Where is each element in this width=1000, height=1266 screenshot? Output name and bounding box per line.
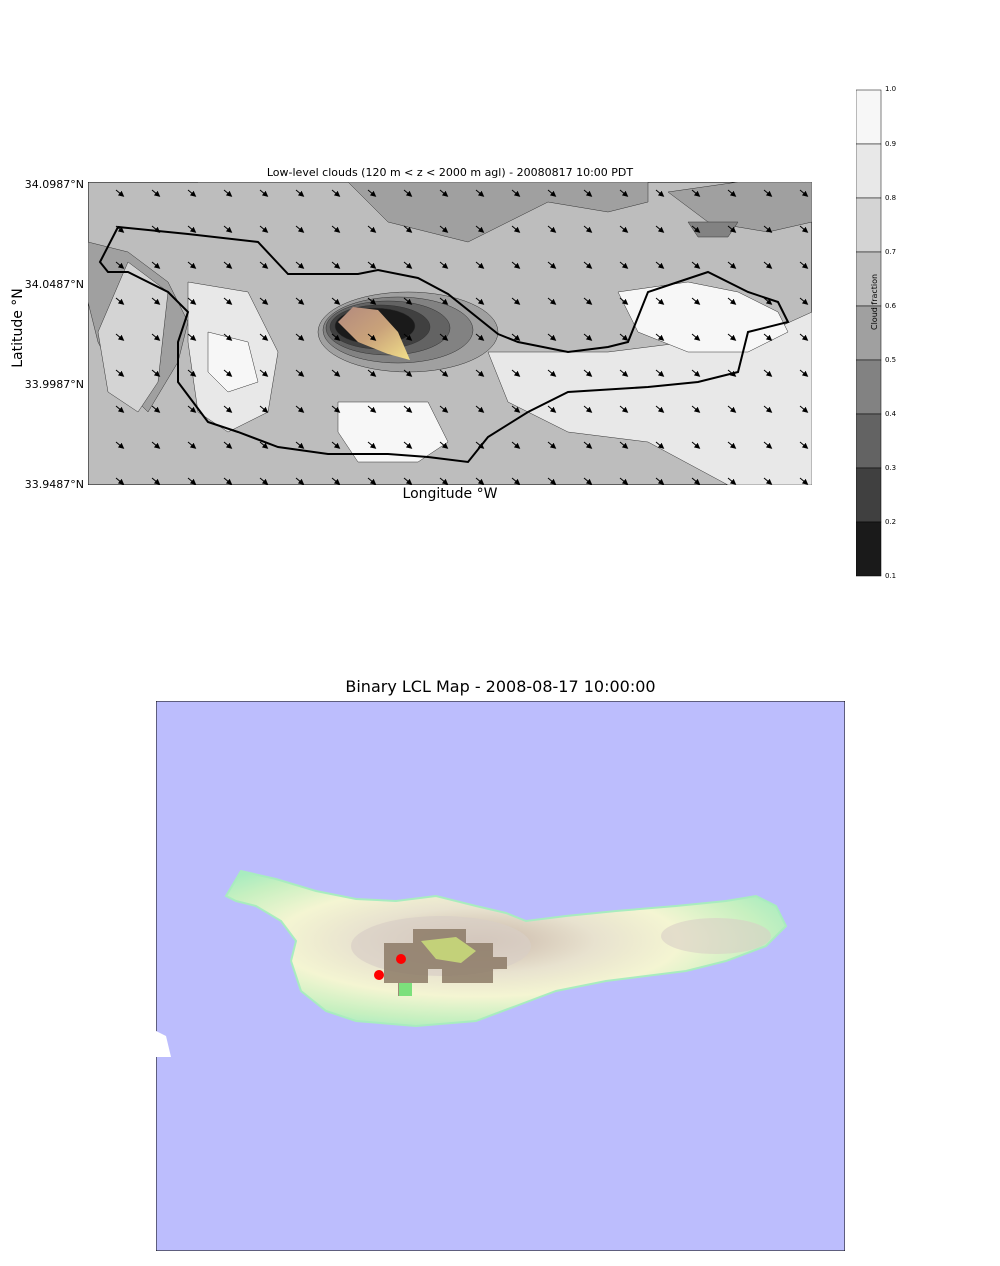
lcl-map <box>156 701 845 1251</box>
colorbar-tick: 0.7 <box>885 248 897 256</box>
colorbar-tick: 0.5 <box>885 356 897 364</box>
bottom-map-title: Binary LCL Map - 2008-08-17 10:00:00 <box>345 677 656 696</box>
colorbar-tick: 0.8 <box>885 194 897 202</box>
colorbar-tick: 0.2 <box>885 518 897 526</box>
top-map-title: Low-level clouds (120 m < z < 2000 m agl… <box>266 166 634 179</box>
colorbar-tick: 0.9 <box>885 140 897 148</box>
lcl-marker <box>396 954 406 964</box>
colorbar-tick: 0.1 <box>885 572 897 580</box>
colorbar-label: Cloud fraction <box>870 273 879 330</box>
colorbar-tick: 0.4 <box>885 410 897 418</box>
colorbar <box>856 89 882 577</box>
ytick-label: 33.9987°N <box>24 378 84 391</box>
colorbar-swatch <box>856 521 882 577</box>
ytick-label: 33.9487°N <box>24 478 84 491</box>
colorbar-swatch <box>856 89 882 145</box>
x-axis-label: Longitude °W <box>402 486 498 502</box>
lcl-marker <box>374 970 384 980</box>
terrain-ridge <box>661 918 771 954</box>
colorbar-swatch <box>856 359 882 415</box>
colorbar-swatch <box>856 197 882 253</box>
colorbar-swatch <box>856 413 882 469</box>
cloud-fraction-map <box>88 182 812 485</box>
colorbar-tick: 1.0 <box>885 85 897 93</box>
colorbar-swatch <box>856 467 882 523</box>
colorbar-swatch <box>856 143 882 199</box>
colorbar-tick: 0.3 <box>885 464 897 472</box>
lcl-binary-region <box>399 983 412 996</box>
ytick-label: 34.0987°N <box>24 178 84 191</box>
colorbar-tick: 0.6 <box>885 302 897 310</box>
y-axis-label: Latitude °N <box>10 288 26 368</box>
